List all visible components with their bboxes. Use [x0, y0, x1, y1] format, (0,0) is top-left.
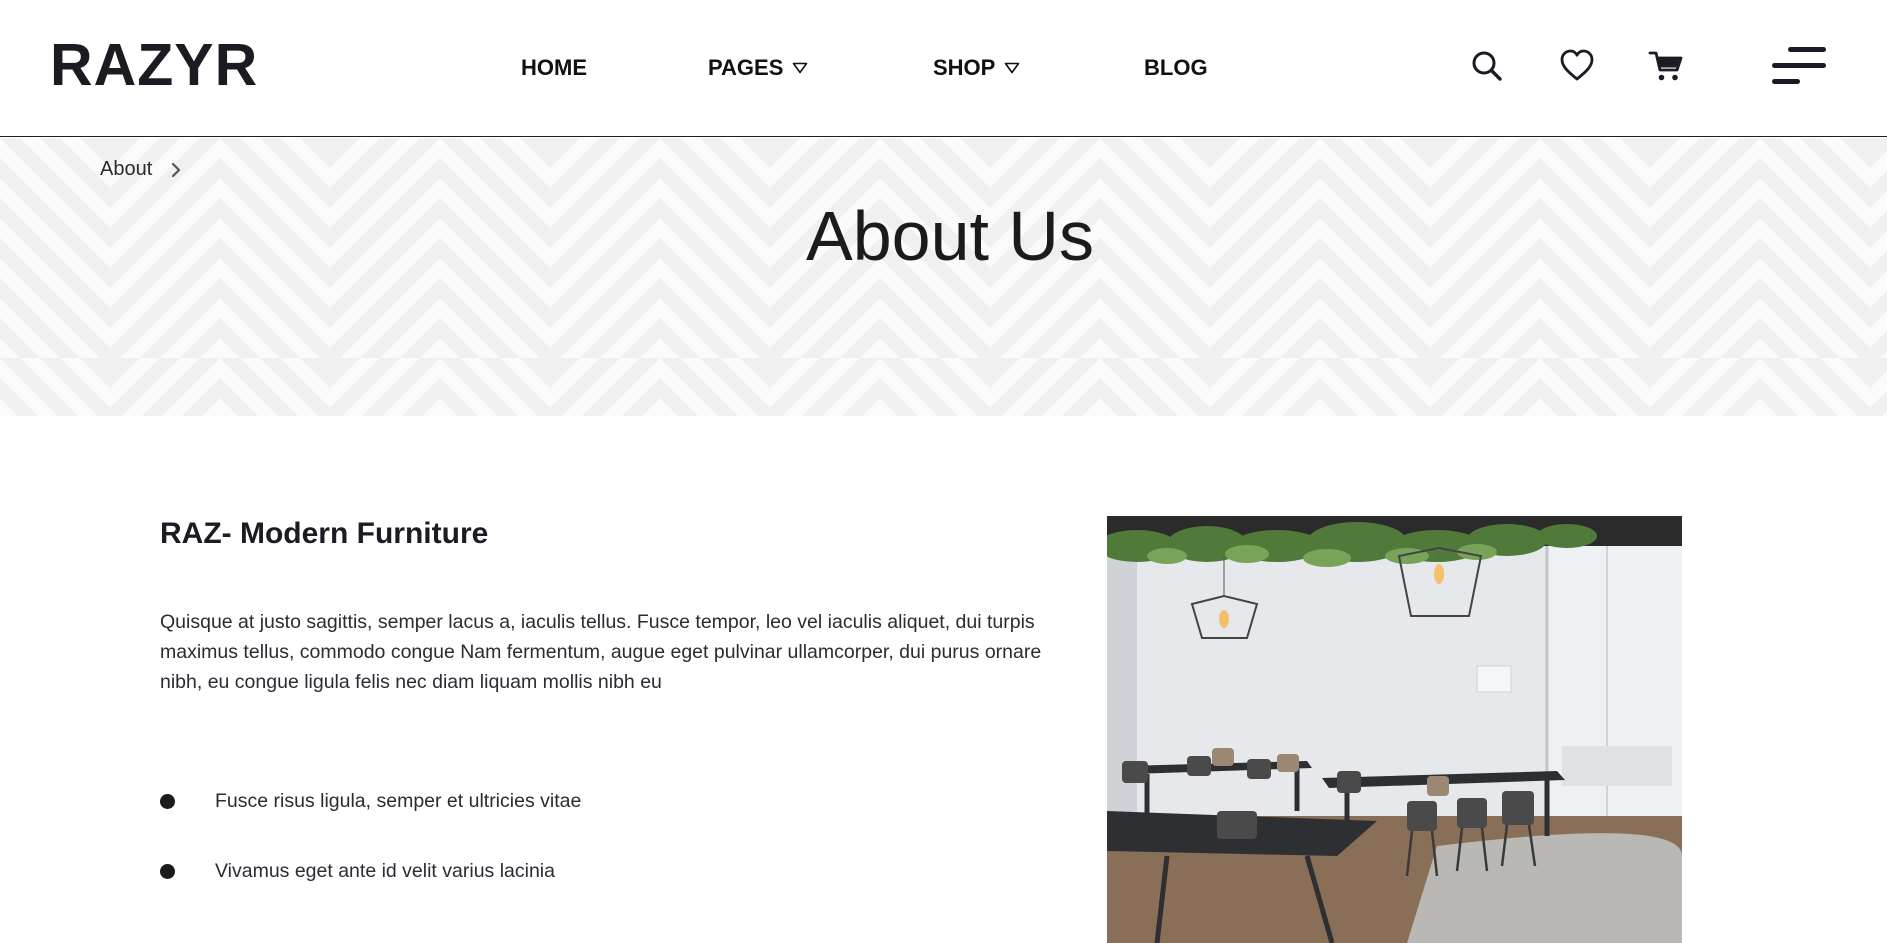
nav-item-label: PAGES	[708, 55, 784, 80]
section-heading: RAZ- Modern Furniture	[160, 517, 489, 550]
bullet-icon	[160, 863, 175, 879]
chevron-right-icon	[172, 162, 181, 177]
nav-item-shop[interactable]: SHOP	[933, 54, 1020, 82]
section-paragraph: Quisque at justo sagittis, semper lacus …	[160, 611, 1042, 693]
office-photo	[1107, 516, 1682, 943]
list-item-text: Fusce risus ligula, semper et ultricies …	[215, 789, 582, 812]
list-item: Fusce risus ligula, semper et ultricies …	[160, 784, 960, 818]
nav-item-pages[interactable]: PAGES	[708, 54, 808, 82]
chevron-down-icon	[1005, 62, 1020, 74]
chevron-down-icon	[793, 62, 808, 74]
search-icon[interactable]	[1469, 48, 1505, 84]
logo[interactable]: RAZYR	[50, 36, 258, 95]
nav-item-label: BLOG	[1144, 55, 1208, 80]
feature-list: Fusce risus ligula, semper et ultricies …	[160, 784, 960, 924]
breadcrumb: About	[100, 158, 182, 181]
nav-item-label: HOME	[521, 55, 587, 80]
list-item: Vivamus eget ante id velit varius lacini…	[160, 854, 960, 888]
nav-item-label: SHOP	[933, 55, 996, 80]
banner-pattern	[0, 138, 1887, 416]
heart-icon[interactable]	[1559, 48, 1595, 84]
cart-icon[interactable]	[1648, 48, 1684, 84]
page-title: About Us	[806, 197, 1094, 275]
breadcrumb-item-about[interactable]: About	[100, 158, 152, 181]
menu-icon[interactable]	[1770, 44, 1828, 90]
nav-item-home[interactable]: HOME	[521, 54, 587, 82]
page-banner: About About Us	[0, 138, 1887, 416]
office-photo-illustration	[1107, 516, 1682, 943]
nav-item-blog[interactable]: BLOG	[1144, 54, 1208, 82]
site-header: RAZYR HOME PAGES SHOP BLOG	[0, 0, 1887, 137]
bullet-icon	[160, 793, 175, 809]
list-item-text: Vivamus eget ante id velit varius lacini…	[215, 859, 555, 882]
